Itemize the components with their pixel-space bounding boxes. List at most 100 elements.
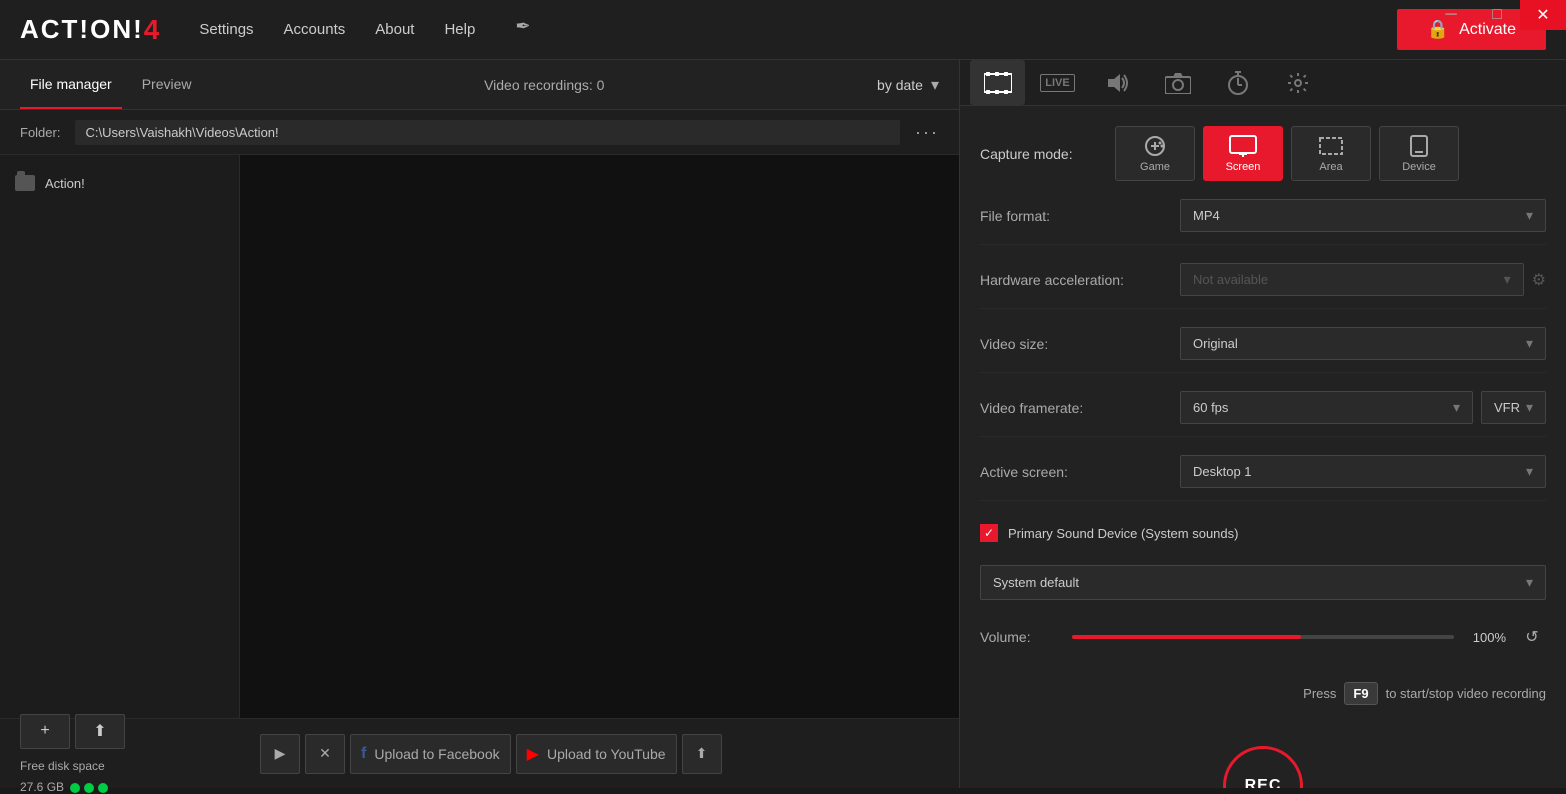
right-tabs: LIVE: [960, 60, 1566, 106]
file-format-arrow: ▾: [1526, 207, 1533, 224]
hotkey-badge: F9: [1344, 682, 1377, 705]
left-panel: File manager Preview Video recordings: 0…: [0, 60, 960, 788]
video-size-dropdown[interactable]: Original ▾: [1180, 327, 1546, 360]
tab-file-manager[interactable]: File manager: [20, 60, 122, 109]
video-size-value: Original: [1193, 336, 1238, 351]
video-framerate-value-row: 60 fps ▾ VFR ▾: [1180, 391, 1546, 424]
tab-video-recordings[interactable]: [970, 60, 1025, 105]
logo-text: ACT!ON!: [20, 14, 144, 45]
sort-by[interactable]: by date ▾: [877, 75, 939, 95]
capture-device-label: Device: [1402, 161, 1436, 173]
nav-accounts[interactable]: Accounts: [284, 16, 346, 43]
logo: ACT!ON!4: [20, 14, 159, 46]
close-button[interactable]: ✕: [1520, 0, 1566, 30]
live-icon: LIVE: [1040, 74, 1074, 92]
fps-value: 60 fps: [1193, 400, 1228, 415]
upload-icon: ⬆: [93, 721, 106, 741]
disk-dot-2: [84, 783, 94, 793]
bottom-bar: + ⬆ Free disk space 27.6 GB: [0, 718, 959, 788]
vfr-value: VFR: [1494, 400, 1520, 415]
press-description: to start/stop video recording: [1386, 686, 1546, 701]
upload-youtube-button[interactable]: ▶ Upload to YouTube: [516, 734, 677, 774]
upload-button[interactable]: ⬆: [75, 714, 125, 749]
active-screen-value: Desktop 1: [1193, 464, 1252, 479]
nav-about[interactable]: About: [375, 16, 414, 43]
tab-benchmarks[interactable]: [1210, 60, 1265, 105]
pen-icon[interactable]: ✒: [515, 16, 530, 43]
capture-mode-device[interactable]: Device: [1379, 126, 1459, 181]
primary-sound-checkbox[interactable]: ✓: [980, 524, 998, 542]
nav-settings[interactable]: Settings: [199, 16, 253, 43]
framerate-row: 60 fps ▾ VFR ▾: [1180, 391, 1546, 424]
file-format-dropdown[interactable]: MP4 ▾: [1180, 199, 1546, 232]
tab-preview[interactable]: Preview: [132, 60, 202, 109]
volume-row: Volume: 100% ↺: [980, 618, 1546, 656]
volume-slider[interactable]: [1072, 635, 1454, 639]
share-button[interactable]: ⬆: [682, 734, 722, 774]
facebook-icon: f: [361, 745, 366, 763]
volume-percentage: 100%: [1466, 630, 1506, 645]
device-icon: [1410, 135, 1428, 157]
folder-bar: Folder: C:\Users\Vaishakh\Videos\Action!…: [0, 110, 959, 155]
capture-mode-row: Capture mode: Game: [980, 126, 1546, 181]
recordings-label: Video recordings: 0: [212, 77, 878, 93]
upload-facebook-label: Upload to Facebook: [374, 746, 499, 762]
minimize-button[interactable]: ─: [1428, 0, 1474, 30]
disk-size: 27.6 GB: [20, 780, 64, 794]
sound-device-value: System default: [993, 575, 1079, 590]
nav-menu: Settings Accounts About Help ✒: [199, 16, 1396, 43]
upload-youtube-label: Upload to YouTube: [547, 746, 666, 762]
sort-by-label: by date: [877, 77, 923, 93]
bottom-actions: + ⬆: [20, 714, 240, 749]
settings-content: Capture mode: Game: [960, 106, 1566, 788]
video-size-value-row: Original ▾: [1180, 327, 1546, 360]
maximize-button[interactable]: □: [1474, 0, 1520, 30]
press-hotkey-row: Press F9 to start/stop video recording: [980, 674, 1546, 713]
file-format-value-row: MP4 ▾: [1180, 199, 1546, 232]
sound-device-dropdown[interactable]: System default ▾: [980, 565, 1546, 600]
video-framerate-label: Video framerate:: [980, 400, 1180, 416]
hw-accel-dropdown[interactable]: Not available ▾: [1180, 263, 1524, 296]
hw-accel-label: Hardware acceleration:: [980, 272, 1180, 288]
hw-accel-arrow: ▾: [1504, 271, 1511, 288]
vfr-arrow: ▾: [1526, 399, 1533, 416]
hw-accel-gear-icon[interactable]: ⚙: [1532, 270, 1546, 290]
tab-audio[interactable]: [1090, 60, 1145, 105]
active-screen-dropdown[interactable]: Desktop 1 ▾: [1180, 455, 1546, 488]
add-folder-button[interactable]: +: [20, 714, 70, 749]
play-button[interactable]: ▶: [260, 734, 300, 774]
benchmarks-icon: [1227, 71, 1249, 95]
sort-chevron-icon: ▾: [931, 75, 939, 95]
rec-button[interactable]: REC: [1223, 746, 1303, 788]
upload-facebook-button[interactable]: f Upload to Facebook: [350, 734, 511, 774]
stop-button[interactable]: ✕: [305, 734, 345, 774]
tab-live-streaming[interactable]: LIVE: [1030, 60, 1085, 105]
tab-screenshots[interactable]: [1150, 60, 1205, 105]
vfr-dropdown[interactable]: VFR ▾: [1481, 391, 1546, 424]
share-icon: ⬆: [696, 745, 708, 762]
capture-screen-label: Screen: [1226, 161, 1261, 173]
capture-mode-screen[interactable]: Screen: [1203, 126, 1283, 181]
youtube-icon: ▶: [527, 744, 539, 764]
right-panel: LIVE: [960, 60, 1566, 788]
nav-help[interactable]: Help: [444, 16, 475, 43]
volume-label: Volume:: [980, 629, 1060, 645]
folder-label: Folder:: [20, 125, 60, 140]
capture-game-label: Game: [1140, 161, 1170, 173]
volume-reset-button[interactable]: ↺: [1518, 623, 1546, 651]
folder-options-button[interactable]: ···: [915, 122, 939, 143]
video-size-label: Video size:: [980, 336, 1180, 352]
video-framerate-row: Video framerate: 60 fps ▾ VFR ▾: [980, 391, 1546, 437]
folder-icon: [15, 175, 35, 191]
area-icon: [1317, 135, 1345, 157]
tab-settings[interactable]: [1270, 60, 1325, 105]
capture-mode-area[interactable]: Area: [1291, 126, 1371, 181]
game-icon: [1141, 135, 1169, 157]
active-screen-row: Active screen: Desktop 1 ▾: [980, 455, 1546, 501]
fps-dropdown[interactable]: 60 fps ▾: [1180, 391, 1473, 424]
list-item[interactable]: Action!: [0, 165, 239, 201]
primary-sound-row: ✓ Primary Sound Device (System sounds): [980, 519, 1546, 547]
logo-num: 4: [144, 14, 160, 46]
file-format-label: File format:: [980, 208, 1180, 224]
capture-mode-game[interactable]: Game: [1115, 126, 1195, 181]
